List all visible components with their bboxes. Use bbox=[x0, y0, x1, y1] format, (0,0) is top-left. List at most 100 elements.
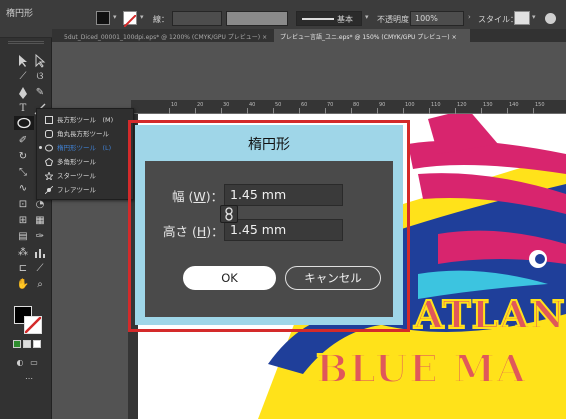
ruler-tick-label: 110 bbox=[431, 102, 441, 108]
ellipse-icon bbox=[45, 144, 53, 152]
ruler-tick-label: 90 bbox=[379, 102, 386, 108]
free-transform-icon[interactable]: ⊡ bbox=[16, 198, 30, 212]
artboard-tool-icon[interactable]: ⊏ bbox=[16, 262, 30, 276]
chevron-down-icon[interactable]: ▾ bbox=[532, 13, 536, 21]
ruler-tick-label: 30 bbox=[223, 102, 230, 108]
stroke-label: 線： bbox=[153, 15, 169, 24]
illustrator-window: 楕円形 ▾ ▾ 線： 基本 ▾ 不透明度： 100% › スタイル： ▾ 5du… bbox=[0, 0, 566, 419]
selected-dot-icon bbox=[39, 146, 42, 149]
ellipse-tool-icon[interactable] bbox=[14, 116, 34, 130]
ruler-tick-label: 10 bbox=[171, 102, 178, 108]
paintbrush-icon[interactable]: ✐ bbox=[16, 134, 30, 148]
ruler-tick-label: 20 bbox=[197, 102, 204, 108]
stroke-weight-field[interactable] bbox=[172, 11, 222, 26]
flyout-item-ellipse[interactable]: 楕円形ツール (L) bbox=[37, 141, 133, 155]
flyout-item-rectangle[interactable]: 長方形ツール (M) bbox=[37, 113, 133, 127]
artwork-title-line2: BLUE MA bbox=[315, 345, 527, 392]
rectangle-icon bbox=[45, 116, 53, 124]
slice-tool-icon[interactable]: ⟋ bbox=[33, 262, 47, 276]
constrain-proportions-button[interactable] bbox=[220, 205, 238, 223]
brush-stroke-preview bbox=[302, 18, 334, 20]
ruler-tick-label: 150 bbox=[535, 102, 545, 108]
direct-selection-tool-icon[interactable] bbox=[33, 54, 47, 68]
artwork-title-line1: ATLAN bbox=[413, 291, 566, 338]
shape-tool-flyout: 長方形ツール (M) 角丸長方形ツール 楕円形ツール (L) 多角形ツール スタ… bbox=[36, 108, 134, 200]
lasso-icon[interactable]: ଓ bbox=[33, 70, 47, 84]
flyout-item-star[interactable]: スターツール bbox=[37, 169, 133, 183]
recolor-artwork-icon[interactable] bbox=[545, 13, 556, 24]
rotate-tool-icon[interactable]: ↻ bbox=[16, 150, 30, 164]
column-graph-icon[interactable] bbox=[33, 246, 47, 260]
document-tab[interactable]: 5dut_Diced_00001_100dpi.eps* @ 1200% (CM… bbox=[58, 29, 274, 42]
perspective-grid-icon[interactable]: ⊞ bbox=[16, 214, 30, 228]
link-icon bbox=[225, 207, 233, 221]
color-mode-icon[interactable] bbox=[13, 340, 21, 348]
horizontal-ruler: 10 20 30 40 50 60 70 80 90 100 110 120 130 140 150 bbox=[131, 100, 566, 114]
polygon-icon bbox=[45, 158, 53, 166]
fish-pupil bbox=[535, 254, 545, 264]
chevron-down-icon[interactable]: ▾ bbox=[113, 13, 117, 21]
none-slash-icon bbox=[123, 14, 137, 28]
ruler-tick-label: 130 bbox=[483, 102, 493, 108]
rounded-rectangle-icon bbox=[45, 130, 53, 138]
star-icon bbox=[45, 172, 53, 180]
fill-swatch[interactable] bbox=[96, 11, 110, 25]
mesh-tool-icon[interactable]: ▦ bbox=[33, 214, 47, 228]
brush-definition[interactable]: 基本 bbox=[296, 11, 362, 26]
height-label: 高さ (H)： bbox=[163, 224, 224, 239]
flare-icon bbox=[45, 186, 53, 194]
flyout-item-polygon[interactable]: 多角形ツール bbox=[37, 155, 133, 169]
gradient-mode-icon[interactable] bbox=[23, 340, 31, 348]
none-slash-icon bbox=[24, 316, 42, 334]
style-label: スタイル： bbox=[478, 15, 518, 24]
none-mode-icon[interactable] bbox=[33, 340, 41, 348]
panel-grip[interactable] bbox=[8, 41, 44, 44]
shape-builder-icon[interactable]: ◔ bbox=[33, 198, 47, 212]
close-icon[interactable]: × bbox=[262, 34, 267, 41]
cancel-button[interactable]: キャンセル bbox=[285, 266, 381, 290]
flyout-item-flare[interactable]: フレアツール bbox=[37, 183, 133, 197]
magic-wand-icon[interactable]: ⟋ bbox=[16, 70, 30, 84]
screen-mode-icon[interactable]: ▭ bbox=[27, 356, 41, 370]
type-tool-icon[interactable]: T bbox=[16, 102, 30, 116]
opacity-field[interactable]: 100% bbox=[410, 11, 464, 26]
tools-panel: ⟋ ଓ ✎ T ✐ ↻ ⤡ ∿ ⊡ ◔ ⊞ ▦ ▤ ✑ ⁂ ⊏ ⟋ ✋ ⌕ ◐ … bbox=[0, 38, 52, 419]
ruler-tick-label: 120 bbox=[457, 102, 467, 108]
width-field[interactable]: 1.45 mm bbox=[224, 184, 343, 206]
chevron-down-icon[interactable]: ▾ bbox=[140, 13, 144, 21]
scale-tool-icon[interactable]: ⤡ bbox=[16, 166, 30, 180]
width-label: 幅 (W)： bbox=[172, 189, 224, 204]
graphic-style-swatch[interactable] bbox=[514, 11, 530, 25]
hand-tool-icon[interactable]: ✋ bbox=[16, 278, 30, 292]
stroke-color-box[interactable] bbox=[24, 316, 42, 334]
blend-tool-icon[interactable]: ⁂ bbox=[16, 246, 30, 260]
eyedropper-icon[interactable]: ✑ bbox=[33, 230, 47, 244]
gradient-tool-icon[interactable]: ▤ bbox=[16, 230, 30, 244]
selection-tool-icon[interactable] bbox=[16, 54, 30, 68]
zoom-tool-icon[interactable]: ⌕ bbox=[33, 278, 47, 292]
edit-toolbar-icon[interactable]: ⋯ bbox=[22, 372, 36, 386]
variable-width-profile[interactable] bbox=[226, 11, 288, 26]
ruler-tick-label: 140 bbox=[509, 102, 519, 108]
close-icon[interactable]: × bbox=[452, 34, 457, 41]
ruler-tick-label: 70 bbox=[327, 102, 334, 108]
ruler-tick-label: 100 bbox=[405, 102, 415, 108]
flyout-item-rounded-rectangle[interactable]: 角丸長方形ツール bbox=[37, 127, 133, 141]
selection-label: 楕円形 bbox=[6, 9, 34, 19]
ruler-tick-label: 80 bbox=[353, 102, 360, 108]
pen-tool-icon[interactable] bbox=[16, 86, 30, 100]
ok-button[interactable]: OK bbox=[183, 266, 276, 290]
stroke-none-swatch[interactable] bbox=[123, 11, 137, 28]
ruler-tick-label: 50 bbox=[275, 102, 282, 108]
draw-mode-icon[interactable]: ◐ bbox=[13, 356, 27, 370]
ruler-tick-label: 40 bbox=[249, 102, 256, 108]
height-field[interactable]: 1.45 mm bbox=[224, 219, 343, 241]
document-tab-active[interactable]: プレビュー言語_ユニ.eps* @ 150% (CMYK/GPU プレビュー) … bbox=[274, 29, 470, 42]
dialog-title: 楕円形 bbox=[248, 137, 290, 153]
chevron-down-icon[interactable]: ▾ bbox=[365, 13, 369, 21]
chevron-right-icon[interactable]: › bbox=[468, 13, 471, 21]
ruler-tick-label: 60 bbox=[301, 102, 308, 108]
curvature-tool-icon[interactable]: ✎ bbox=[33, 86, 47, 100]
warp-tool-icon[interactable]: ∿ bbox=[16, 182, 30, 196]
document-tab-bar: 5dut_Diced_00001_100dpi.eps* @ 1200% (CM… bbox=[52, 29, 566, 42]
